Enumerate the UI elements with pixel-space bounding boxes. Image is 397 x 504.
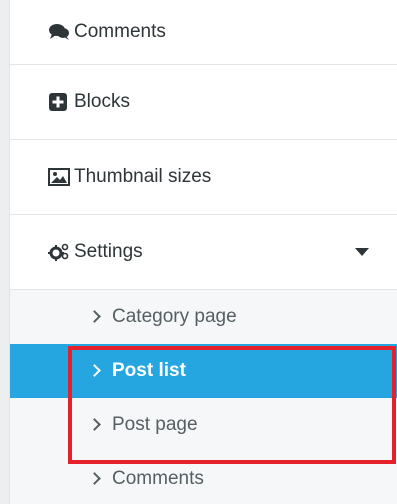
sidebar-menu: Comments Blocks Thumbnail sizes Settings… xyxy=(10,0,397,504)
plus-square-icon xyxy=(48,92,70,112)
image-icon xyxy=(48,167,70,187)
cogs-icon xyxy=(48,242,70,262)
submenu-item-post-page[interactable]: Post page xyxy=(10,398,397,452)
chevron-right-icon xyxy=(88,472,101,485)
menu-item-settings[interactable]: Settings xyxy=(10,215,397,290)
menu-item-label: Blocks xyxy=(74,91,130,112)
submenu-item-post-list[interactable]: Post list xyxy=(10,344,397,398)
menu-item-blocks[interactable]: Blocks xyxy=(10,65,397,140)
chevron-right-icon xyxy=(88,364,101,377)
menu-item-label: Comments xyxy=(74,21,166,42)
submenu-item-label: Post page xyxy=(112,414,198,435)
menu-item-label: Thumbnail sizes xyxy=(74,166,212,187)
submenu-item-category-page[interactable]: Category page xyxy=(10,290,397,344)
settings-submenu-container: Category page Post list Post page Commen… xyxy=(10,290,397,504)
comments-icon xyxy=(48,22,70,42)
submenu-item-label: Category page xyxy=(112,306,237,327)
submenu-item-comments[interactable]: Comments xyxy=(10,452,397,504)
settings-submenu: Category page Post list Post page Commen… xyxy=(10,290,397,504)
sidebar-edge xyxy=(0,0,10,504)
submenu-item-label: Comments xyxy=(112,468,204,489)
caret-down-icon xyxy=(355,248,369,256)
submenu-item-label: Post list xyxy=(112,360,186,381)
menu-item-label: Settings xyxy=(74,241,143,262)
chevron-right-icon xyxy=(88,418,101,431)
chevron-right-icon xyxy=(88,310,101,323)
menu-item-thumbnail-sizes[interactable]: Thumbnail sizes xyxy=(10,140,397,215)
menu-item-comments[interactable]: Comments xyxy=(10,0,397,65)
admin-sidebar: Comments Blocks Thumbnail sizes Settings… xyxy=(0,0,397,504)
